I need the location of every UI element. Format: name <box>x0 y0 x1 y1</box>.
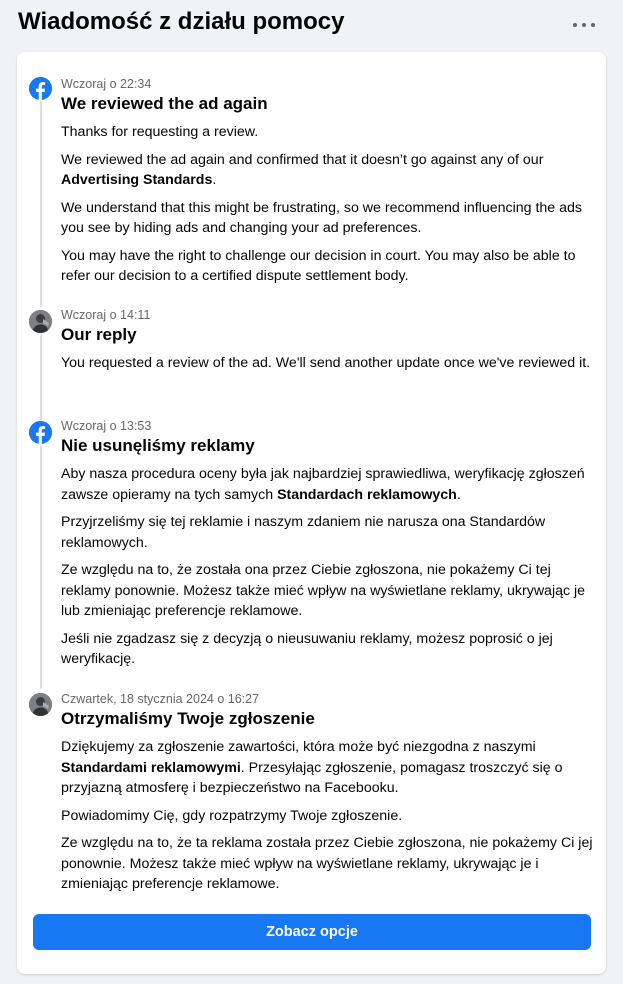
message-paragraph: Aby nasza procedura oceny była jak najba… <box>61 466 585 503</box>
message-title: Our reply <box>61 325 137 344</box>
more-options-icon[interactable] <box>573 18 595 32</box>
message-body: Dziękujemy za zgłoszenie zawartości, któ… <box>61 737 594 902</box>
message-title: Nie usunęliśmy reklamy <box>61 436 255 455</box>
message-paragraph: You requested a review of the ad. We'll … <box>61 355 591 371</box>
message-paragraph: We reviewed the ad again and confirmed t… <box>61 151 544 189</box>
message-paragraph: Thanks for requesting a review. <box>61 124 259 140</box>
message-timestamp: Wczoraj o 22:34 <box>61 77 152 91</box>
message-paragraph: Dziękujemy za zgłoszenie zawartości, któ… <box>61 739 563 796</box>
message-body: Thanks for requesting a review. We revie… <box>61 122 594 294</box>
message-title: Otrzymaliśmy Twoje zgłoszenie <box>61 709 315 728</box>
user-avatar <box>29 310 52 333</box>
message-body: Aby nasza procedura oceny była jak najba… <box>61 464 594 677</box>
message-entry: Czwartek, 18 stycznia 2024 o 16:27 Otrzy… <box>17 692 606 902</box>
message-paragraph: Przyjrzeliśmy się tej reklamie i naszym … <box>61 514 546 551</box>
user-avatar <box>29 693 52 716</box>
message-timestamp: Czwartek, 18 stycznia 2024 o 16:27 <box>61 692 260 706</box>
facebook-logo-icon <box>29 77 52 100</box>
advertising-standards-link[interactable]: Standardami reklamowymi <box>61 760 241 776</box>
message-paragraph: Jeśli nie zgadzasz się z decyzją o nieus… <box>61 630 553 668</box>
message-paragraph: Powiadomimy Cię, gdy rozpatrzymy Twoje z… <box>61 807 403 824</box>
message-entry: Wczoraj o 22:34 We reviewed the ad again… <box>17 77 606 287</box>
support-message-card: Wczoraj o 22:34 We reviewed the ad again… <box>17 52 606 974</box>
message-entry: Wczoraj o 14:11 Our reply You requested … <box>17 308 606 408</box>
message-timestamp: Wczoraj o 14:11 <box>61 308 151 322</box>
message-paragraph: Ze względu na to, że ta reklama została … <box>61 835 593 892</box>
message-paragraph: Ze względu na to, że została ona przez C… <box>61 562 586 619</box>
message-body: You requested a review of the ad. We'll … <box>61 353 594 381</box>
advertising-standards-link[interactable]: Standardach reklamowych <box>277 487 457 503</box>
message-paragraph: We understand that this might be frustra… <box>61 199 583 237</box>
message-timestamp: Wczoraj o 13:53 <box>61 419 152 433</box>
message-paragraph: You may have the right to challenge our … <box>61 247 576 285</box>
message-title: We reviewed the ad again <box>61 94 268 113</box>
advertising-standards-link[interactable]: Advertising Standards <box>61 172 212 188</box>
message-entry: Wczoraj o 13:53 Nie usunęliśmy reklamy A… <box>17 419 606 669</box>
see-options-button[interactable]: Zobacz opcje <box>33 914 591 950</box>
facebook-logo-icon <box>29 421 52 444</box>
page-title: Wiadomość z działu pomocy <box>18 8 345 35</box>
